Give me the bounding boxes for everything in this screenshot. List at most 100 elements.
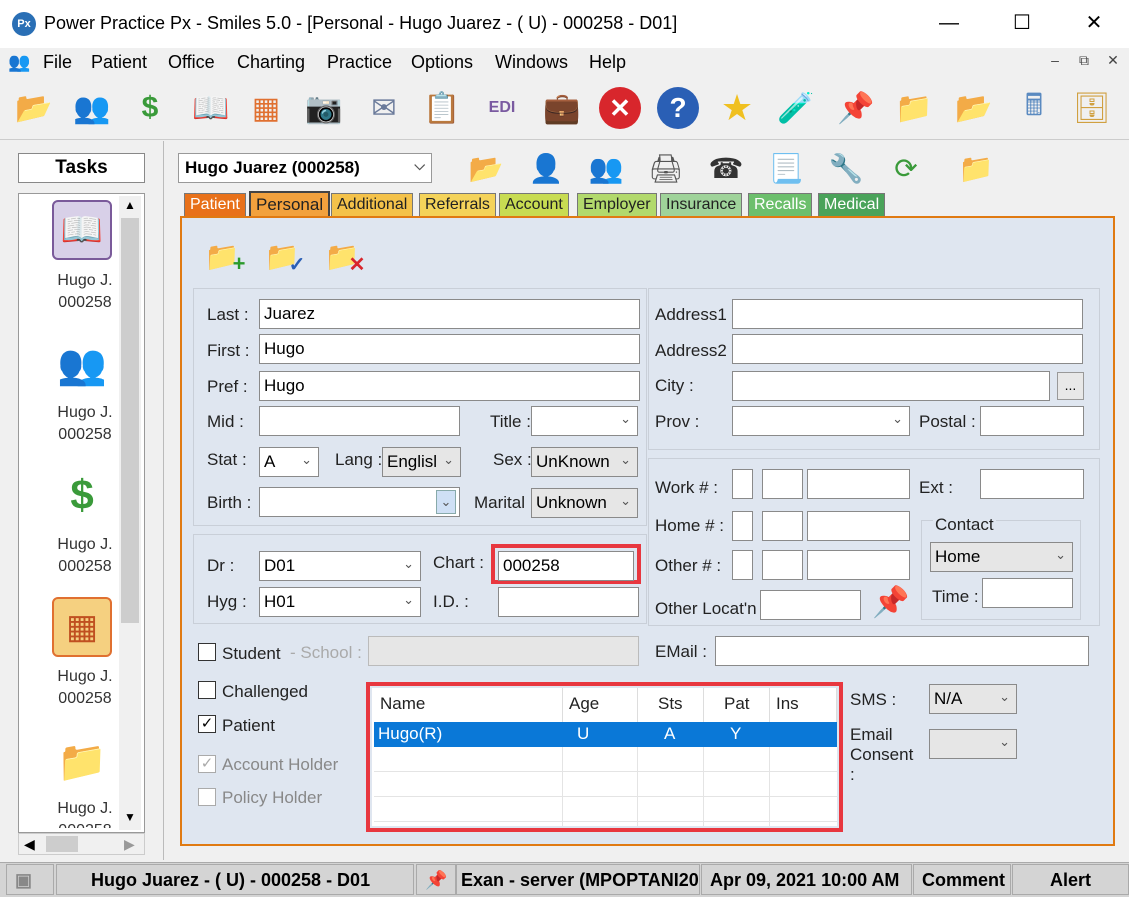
table-row[interactable]: Hugo(R) U A Y [374, 722, 837, 747]
wrench-icon[interactable]: 🔧 [822, 144, 870, 192]
birth-date-field[interactable]: ⌄ [259, 487, 460, 517]
menu-windows[interactable]: Windows [495, 52, 568, 73]
family-icon[interactable]: 👥 [582, 144, 630, 192]
middle-name-field[interactable] [259, 406, 460, 436]
toolbox-icon[interactable]: 💼 [538, 84, 586, 132]
menu-office[interactable]: Office [168, 52, 215, 73]
status-pin-icon[interactable]: 📌 [416, 864, 456, 895]
folder-list-icon[interactable]: 📃 [762, 144, 810, 192]
hscroll-thumb[interactable] [46, 836, 78, 852]
folder-face-icon[interactable]: 📂 [950, 84, 998, 132]
home-phone-area-field[interactable] [732, 511, 753, 541]
menu-options[interactable]: Options [411, 52, 473, 73]
tab-patient[interactable]: Patient [184, 193, 246, 216]
patients-icon[interactable]: 👥 [68, 84, 116, 132]
grid-header-sts[interactable]: Sts [638, 688, 704, 722]
chart-number-field[interactable]: 000258 [498, 551, 634, 581]
tab-medical[interactable]: Medical [818, 193, 886, 216]
sex-select[interactable]: UnKnown ⌄ [531, 447, 638, 477]
task-label[interactable]: Hugo J.000258 [55, 402, 115, 446]
note-pin-icon[interactable]: 📌 [872, 585, 909, 620]
folder-open-icon[interactable]: 📂 [10, 84, 58, 132]
mdi-close-icon[interactable]: ✕ [1103, 52, 1123, 72]
scroll-down-icon[interactable]: ▼ [121, 810, 139, 828]
scroll-left-icon[interactable]: ◀ [24, 836, 35, 853]
mdi-minimize-icon[interactable]: – [1045, 52, 1065, 72]
tab-insurance[interactable]: Insurance [660, 193, 743, 216]
task-label[interactable]: Hugo J.000258 [55, 798, 115, 828]
camera-icon[interactable]: 📷 [300, 84, 348, 132]
mdi-restore-icon[interactable]: ⧉ [1074, 52, 1094, 72]
task-label[interactable]: Hugo J.000258 [55, 270, 115, 314]
task-folder-icon[interactable]: 📁 [52, 732, 112, 792]
help-icon[interactable]: ? [654, 84, 702, 132]
book-icon[interactable]: 📖 [187, 84, 235, 132]
menu-patient[interactable]: Patient [91, 52, 147, 73]
stat-select[interactable]: A ⌄ [259, 447, 319, 477]
email-consent-select[interactable]: ⌄ [929, 729, 1017, 759]
status-comment-button[interactable]: Comment [913, 864, 1011, 895]
close-window-icon[interactable]: ✕ [1083, 12, 1105, 34]
calculator-icon[interactable]: 🖩 [1010, 84, 1058, 132]
challenged-checkbox[interactable] [198, 681, 216, 699]
close-icon[interactable]: ✕ [596, 84, 644, 132]
mail-icon[interactable]: ✉ [360, 84, 408, 132]
folder-copy-icon[interactable]: 🗄 [1068, 84, 1116, 132]
home-phone-number-field[interactable] [807, 511, 910, 541]
task-book-icon[interactable]: 📖 [52, 200, 112, 260]
folder-sync-icon[interactable]: 📁 [952, 144, 1000, 192]
minimize-icon[interactable]: — [938, 12, 960, 34]
tab-employer[interactable]: Employer [577, 193, 657, 216]
star-icon[interactable]: ★ [713, 84, 761, 132]
delete-folder-icon[interactable]: 📁 ✕ [318, 232, 366, 280]
last-name-field[interactable]: Juarez [259, 299, 640, 329]
tab-additional[interactable]: Additional [331, 193, 414, 216]
scroll-right-icon[interactable]: ▶ [124, 836, 135, 853]
task-label[interactable]: Hugo J.000258 [55, 534, 115, 578]
app-logo-icon[interactable]: Px [12, 12, 36, 36]
person-icon[interactable]: 👤 [522, 144, 570, 192]
menu-practice[interactable]: Practice [327, 52, 392, 73]
postal-code-field[interactable] [980, 406, 1084, 436]
account-holder-checkbox[interactable]: ✓ [198, 755, 216, 773]
menu-file[interactable]: File [43, 52, 72, 73]
edi-icon[interactable]: EDI [478, 84, 526, 132]
open-folder-icon[interactable]: 📂 [462, 144, 510, 192]
student-checkbox[interactable] [198, 643, 216, 661]
province-select[interactable]: ⌄ [732, 406, 910, 436]
folder-doc-icon[interactable]: 📁 [890, 84, 938, 132]
other-phone-number-field[interactable] [807, 550, 910, 580]
bottle-icon[interactable]: 🧪 [772, 84, 820, 132]
title-select[interactable]: ⌄ [531, 406, 638, 436]
status-alert-button[interactable]: Alert [1012, 864, 1129, 895]
address1-field[interactable] [732, 299, 1083, 329]
grid-header-pat[interactable]: Pat [704, 688, 770, 722]
task-patients-icon[interactable]: 👥 [52, 335, 112, 395]
lang-select[interactable]: Englisl ⌄ [382, 447, 461, 477]
email-field[interactable] [715, 636, 1089, 666]
task-money-icon[interactable]: $ [52, 465, 112, 525]
task-chart-icon[interactable]: ▦ [52, 597, 112, 657]
phone-icon[interactable]: ☎ [702, 144, 750, 192]
patient-checkbox[interactable]: ✓ [198, 715, 216, 733]
first-name-field[interactable]: Hugo [259, 334, 640, 364]
task-label[interactable]: Hugo J.000258 [55, 666, 115, 710]
chart-icon[interactable]: ▦ [242, 84, 290, 132]
save-folder-icon[interactable]: 📁 ✓ [258, 232, 306, 280]
work-phone-area-field[interactable] [732, 469, 753, 499]
menu-help[interactable]: Help [589, 52, 626, 73]
menu-app-icon[interactable]: 👥 [8, 52, 30, 73]
pin-icon[interactable]: 📌 [832, 84, 880, 132]
grid-header-age[interactable]: Age [563, 688, 638, 722]
other-location-field[interactable] [760, 590, 861, 620]
other-phone-area-field[interactable] [732, 550, 753, 580]
work-phone-number-field[interactable] [807, 469, 910, 499]
tab-recalls[interactable]: Recalls [748, 193, 813, 216]
city-lookup-button[interactable]: ... [1057, 372, 1084, 400]
menu-charting[interactable]: Charting [237, 52, 305, 73]
extension-field[interactable] [980, 469, 1084, 499]
other-phone-prefix-field[interactable] [762, 550, 803, 580]
grid-header-ins[interactable]: Ins [770, 688, 837, 722]
dr-select[interactable]: D01 ⌄ [259, 551, 421, 581]
contact-time-field[interactable] [982, 578, 1073, 608]
